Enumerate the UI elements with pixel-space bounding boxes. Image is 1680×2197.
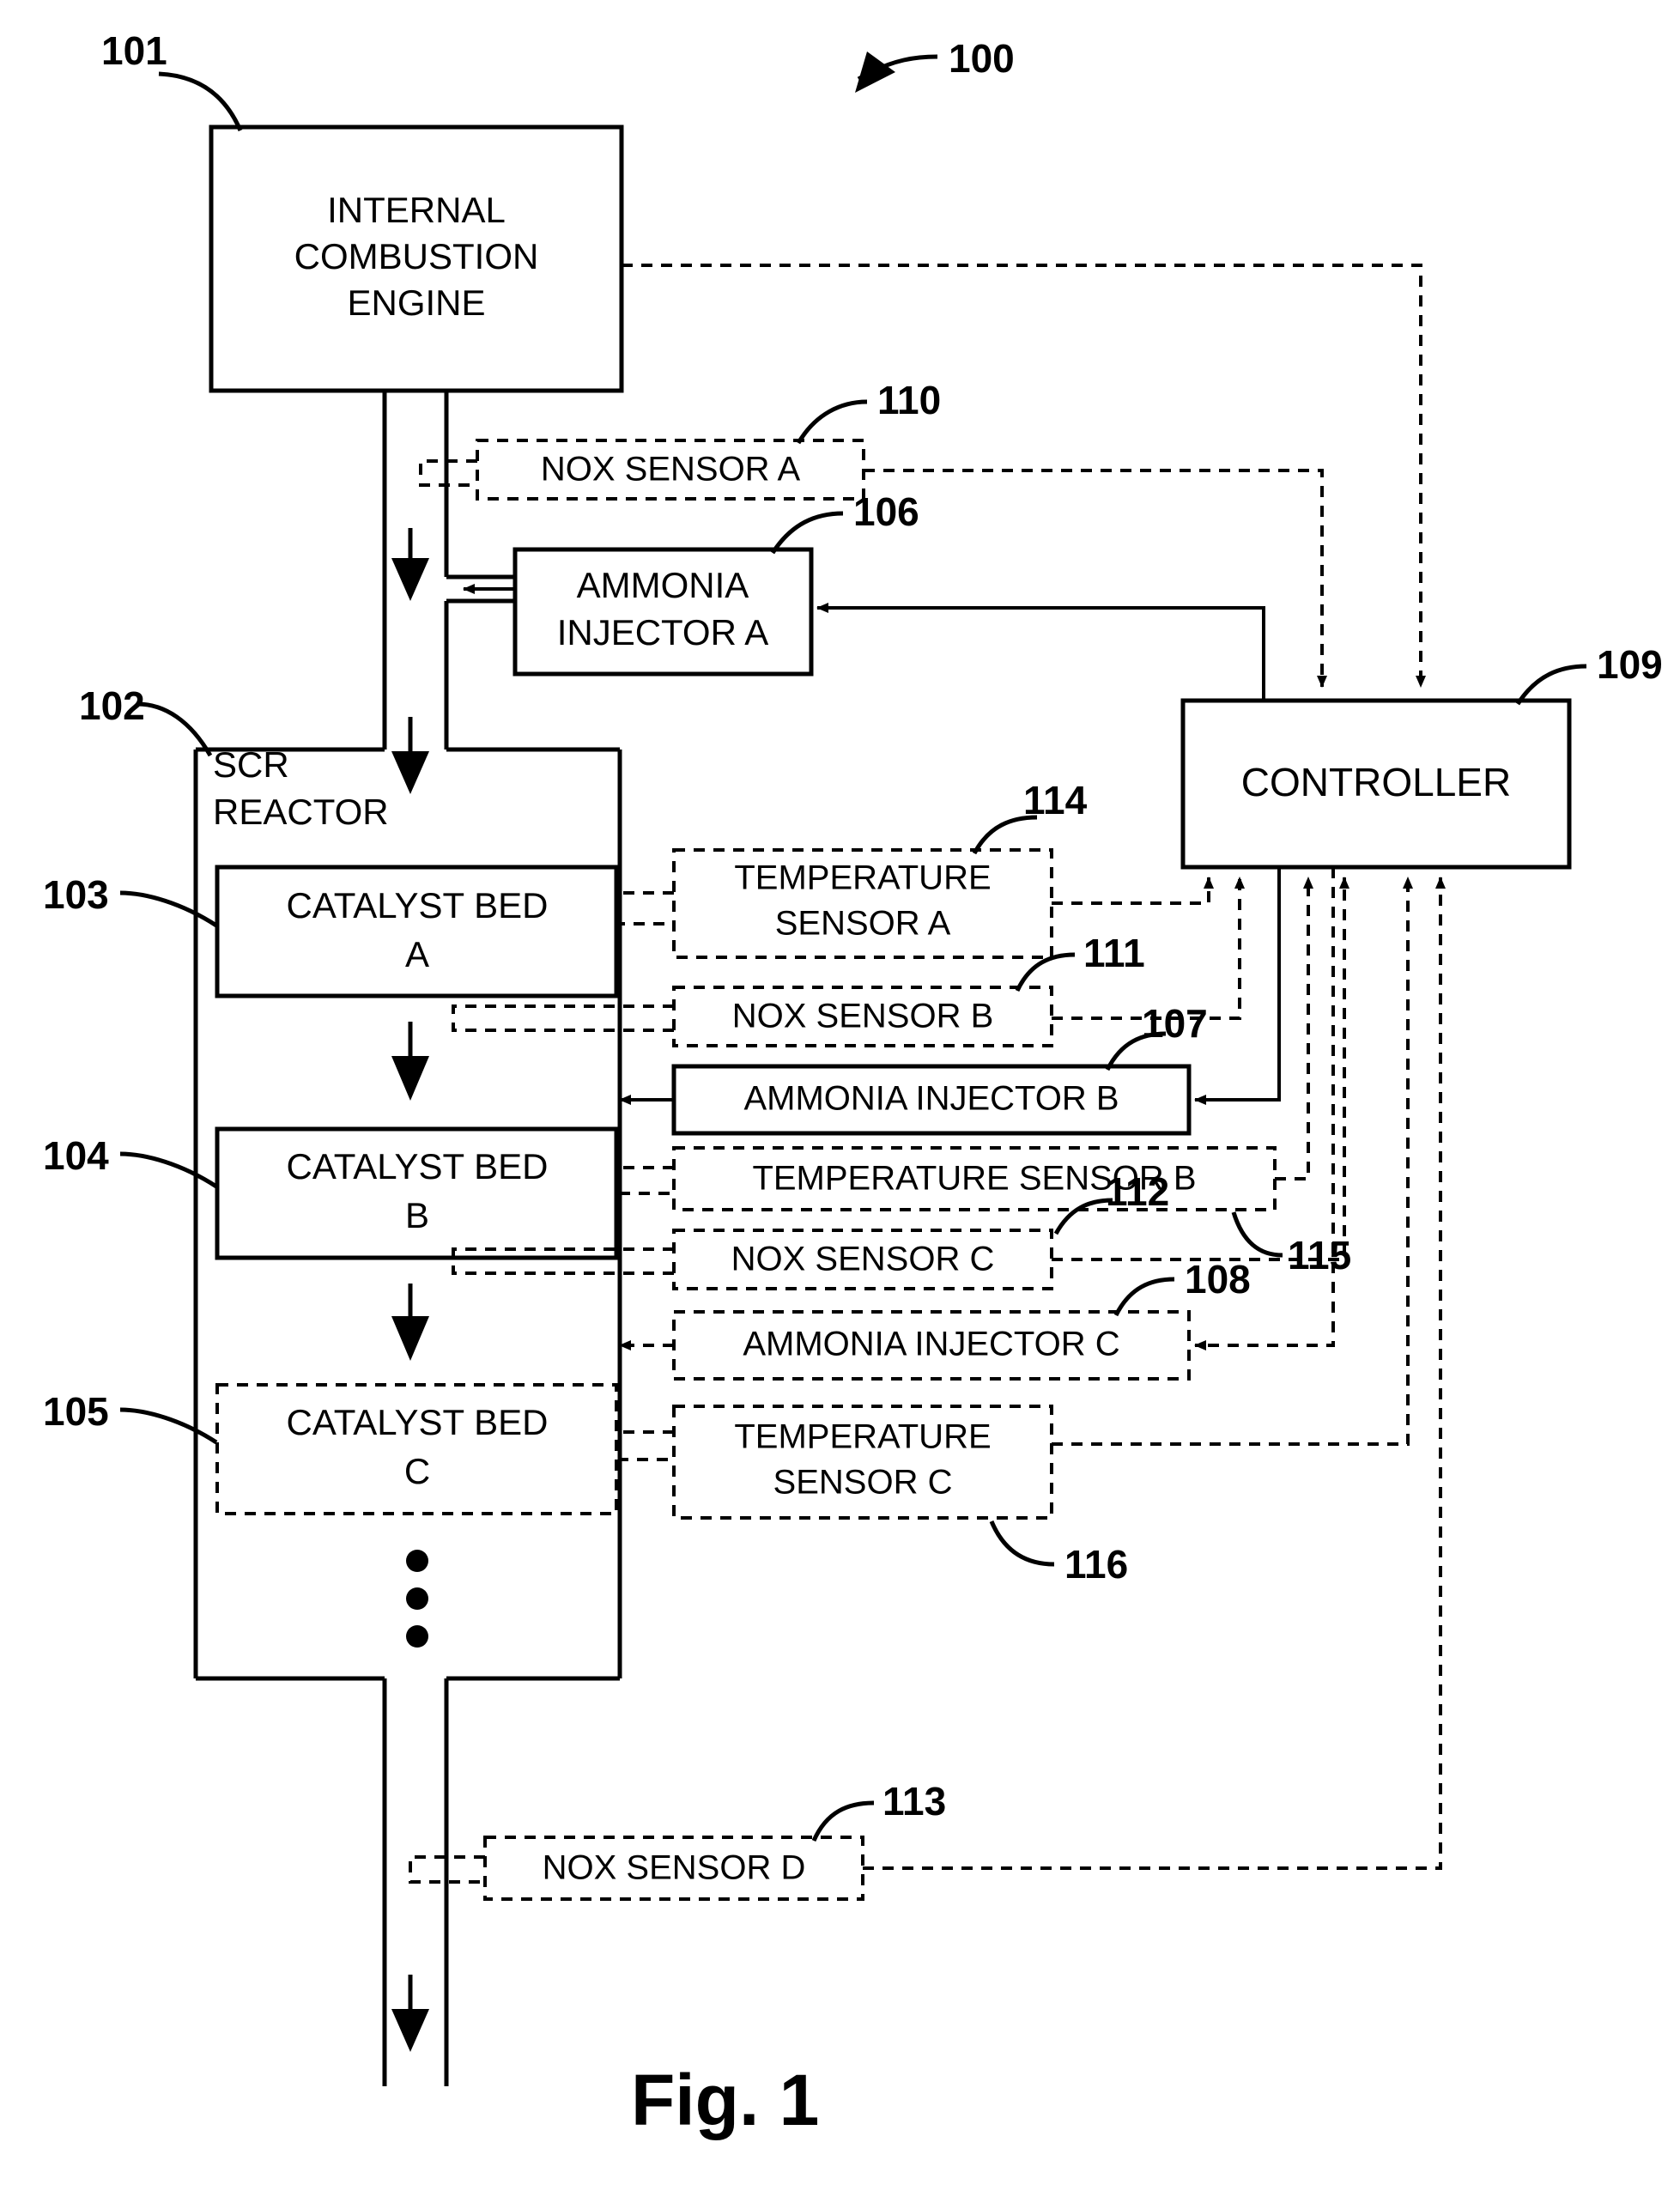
ref-103: 103 bbox=[43, 872, 109, 917]
engine-label-line1: INTERNAL bbox=[327, 190, 506, 230]
ref-109: 109 bbox=[1597, 642, 1663, 687]
scr-reactor-label-line2: REACTOR bbox=[213, 792, 389, 832]
ref-108: 108 bbox=[1185, 1257, 1251, 1302]
controller-label: CONTROLLER bbox=[1241, 760, 1511, 804]
engine-label-line3: ENGINE bbox=[347, 282, 485, 323]
ref-116: 116 bbox=[1064, 1542, 1128, 1587]
engine-label-line2: COMBUSTION bbox=[294, 236, 539, 276]
ammonia-injector-b-label: AMMONIA INJECTOR B bbox=[743, 1080, 1119, 1118]
ref-105: 105 bbox=[43, 1389, 109, 1434]
ammonia-injector-c-label: AMMONIA INJECTOR C bbox=[743, 1326, 1119, 1363]
nox-sensor-a-label: NOX SENSOR A bbox=[541, 451, 801, 489]
ref-113: 113 bbox=[882, 1779, 946, 1824]
scr-reactor-label-line1: SCR bbox=[213, 744, 289, 785]
ref-111: 111 bbox=[1083, 931, 1145, 975]
catalyst-bed-a-label-line1: CATALYST BED bbox=[287, 885, 549, 926]
ref-101: 101 bbox=[101, 28, 167, 73]
catalyst-bed-b-label-line2: B bbox=[405, 1195, 429, 1235]
catalyst-bed-c-label-line1: CATALYST BED bbox=[287, 1402, 549, 1442]
ref-114: 114 bbox=[1023, 778, 1088, 822]
ammonia-injector-a-label-line2: INJECTOR A bbox=[557, 612, 769, 652]
ref-107: 107 bbox=[1142, 1001, 1208, 1046]
catalyst-bed-b-label-line1: CATALYST BED bbox=[287, 1146, 549, 1187]
ellipsis-dot-2 bbox=[406, 1587, 428, 1610]
nox-sensor-c-label: NOX SENSOR C bbox=[731, 1241, 995, 1278]
ref-104: 104 bbox=[43, 1133, 109, 1178]
temperature-sensor-c-label-line1: TEMPERATURE bbox=[734, 1418, 991, 1456]
ref-115: 115 bbox=[1288, 1233, 1351, 1278]
nox-sensor-b-label: NOX SENSOR B bbox=[732, 998, 994, 1035]
figure-caption: Fig. 1 bbox=[631, 2060, 819, 2140]
patent-figure-1: INTERNAL COMBUSTION ENGINE 101 100 NOX S… bbox=[0, 0, 1680, 2197]
ref-100: 100 bbox=[949, 36, 1015, 81]
nox-sensor-d-label: NOX SENSOR D bbox=[543, 1849, 806, 1887]
temperature-sensor-c-label-line2: SENSOR C bbox=[773, 1464, 953, 1502]
temperature-sensor-a-label-line2: SENSOR A bbox=[775, 905, 951, 943]
ref-106: 106 bbox=[853, 489, 919, 534]
ellipsis-dot-3 bbox=[406, 1625, 428, 1648]
ref-110: 110 bbox=[877, 378, 941, 422]
catalyst-bed-c-label-line2: C bbox=[404, 1451, 430, 1491]
ellipsis-dot-1 bbox=[406, 1550, 428, 1572]
ammonia-injector-a-label-line1: AMMONIA bbox=[577, 565, 749, 605]
figure-canvas: INTERNAL COMBUSTION ENGINE 101 100 NOX S… bbox=[43, 28, 1663, 2140]
ref-102: 102 bbox=[79, 683, 145, 728]
catalyst-bed-a-label-line2: A bbox=[405, 934, 429, 974]
ref-112: 112 bbox=[1106, 1169, 1169, 1214]
temperature-sensor-a-label-line1: TEMPERATURE bbox=[734, 859, 991, 897]
